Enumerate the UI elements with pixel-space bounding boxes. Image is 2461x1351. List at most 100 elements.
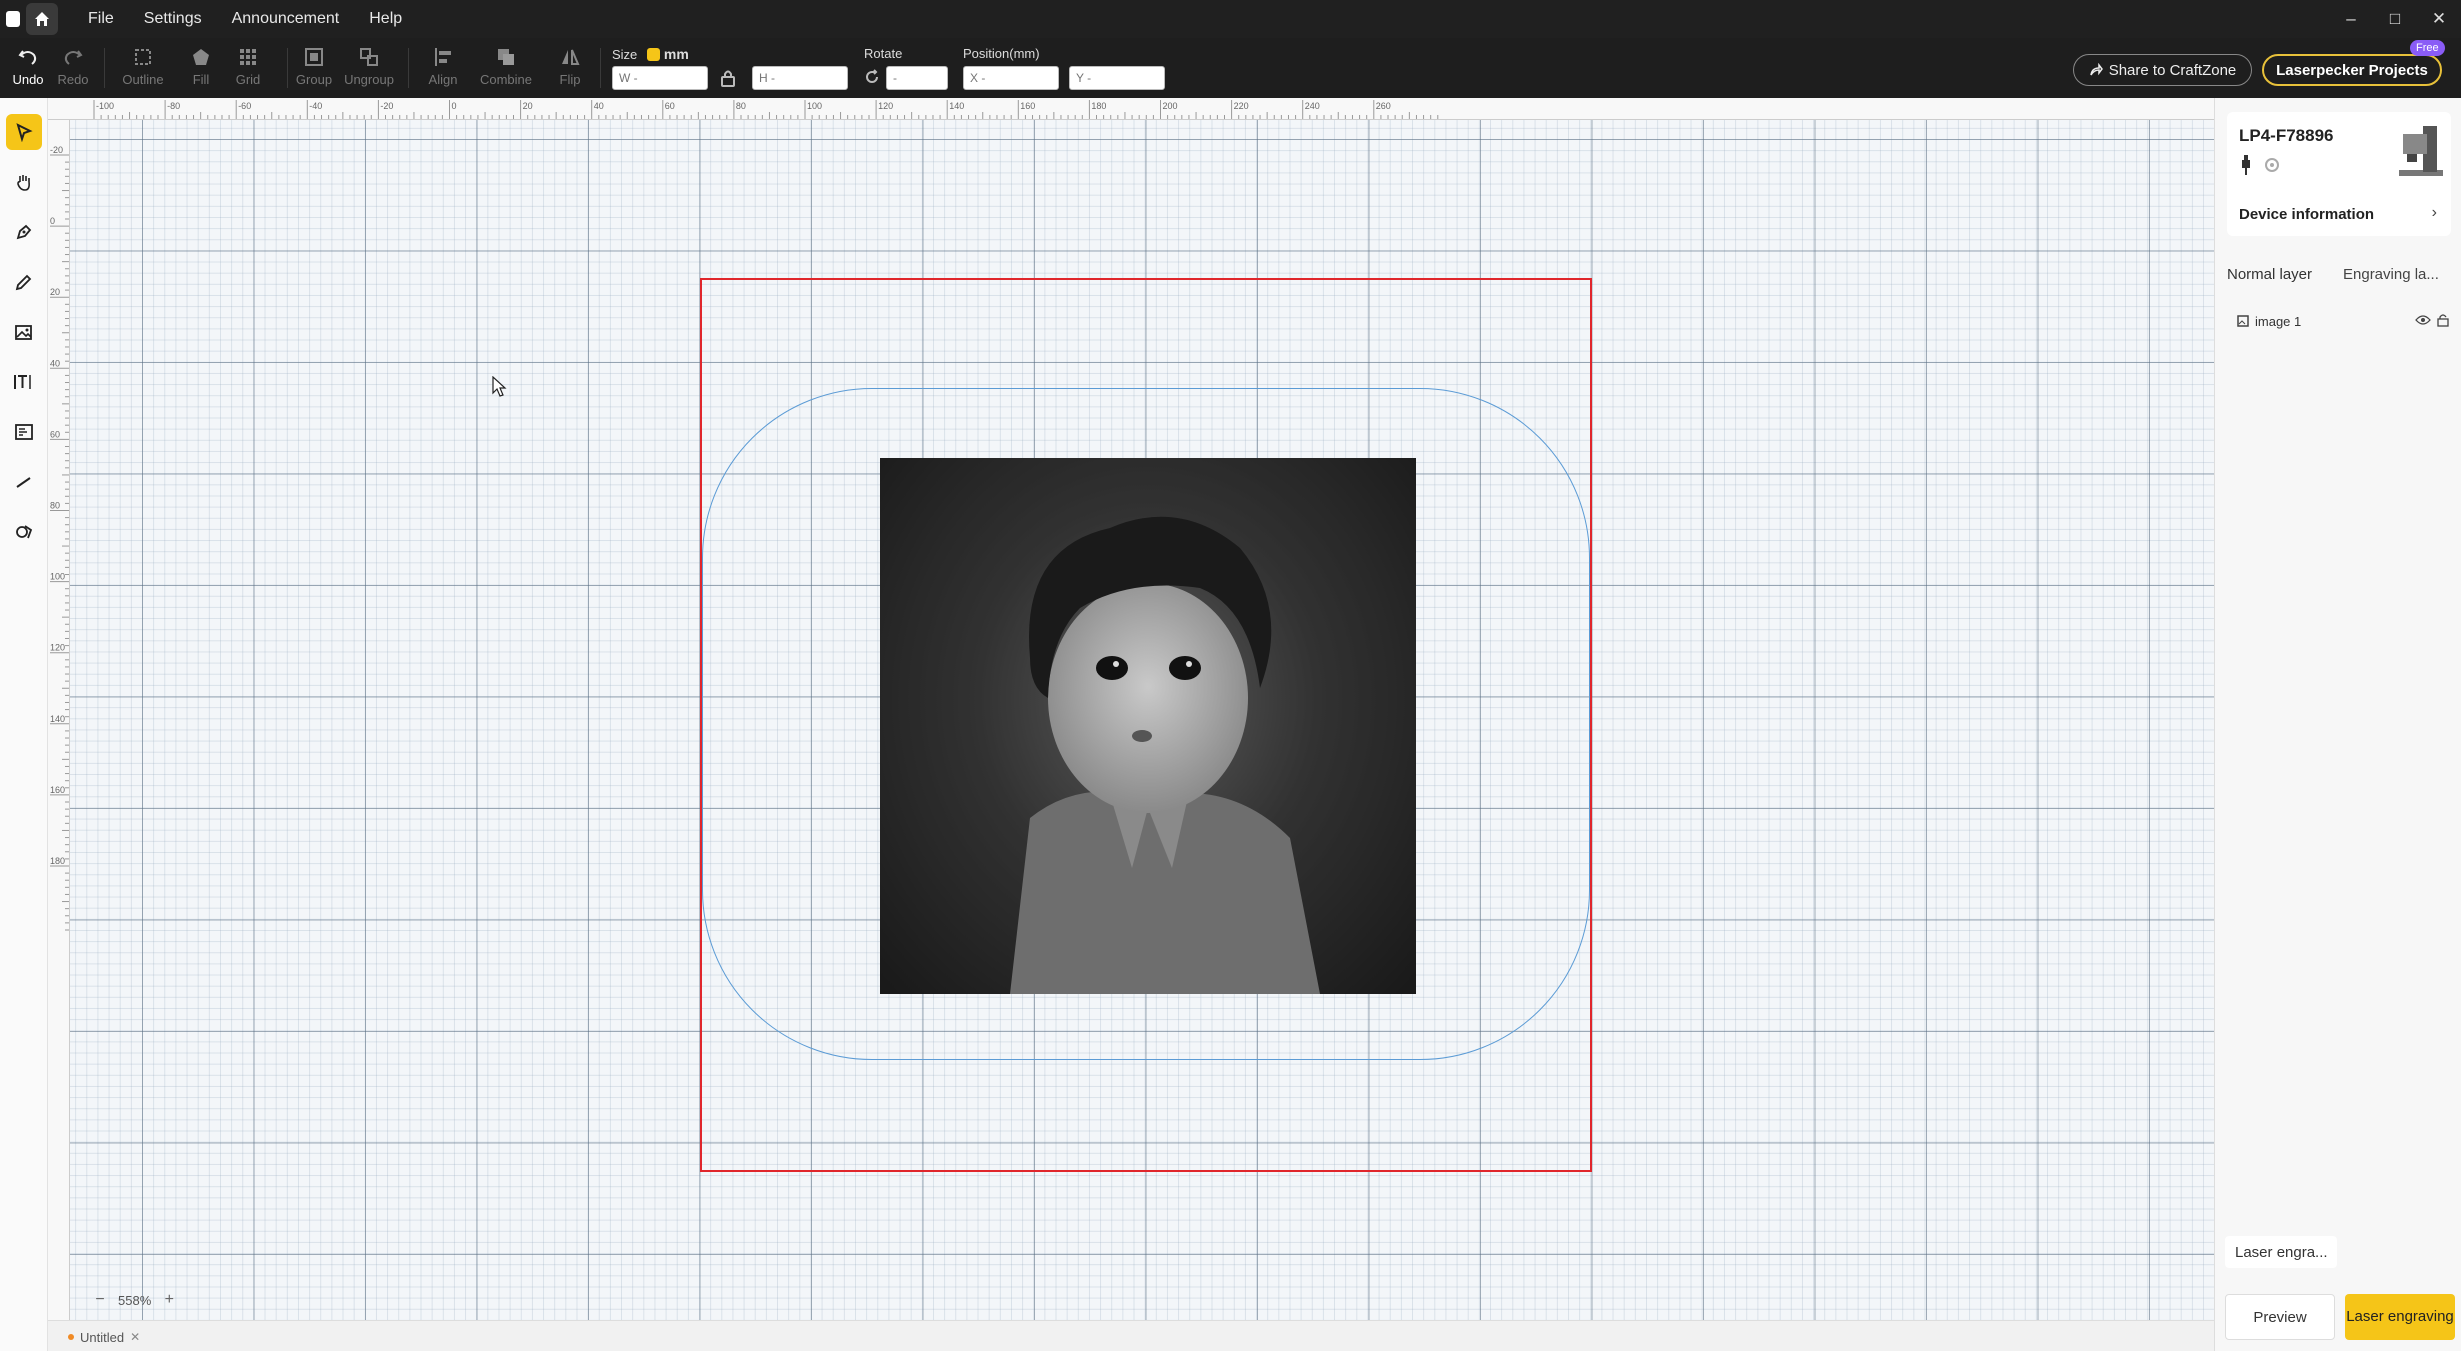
pen-tool[interactable] xyxy=(6,214,42,250)
ruler-label: -80 xyxy=(167,101,180,111)
ruler-label: 20 xyxy=(523,101,533,111)
grid-icon xyxy=(235,44,261,70)
ruler-label: 180 xyxy=(1091,101,1106,111)
fill-button[interactable]: Fill xyxy=(178,44,224,87)
shape-tool[interactable] xyxy=(6,514,42,550)
close-tab-icon[interactable]: ✕ xyxy=(130,1330,140,1344)
document-tabs: Untitled ✕ xyxy=(48,1320,2214,1351)
outline-button[interactable]: Outline xyxy=(120,44,166,87)
rotate-icon xyxy=(864,69,880,90)
tab-engraving-layer[interactable]: Engraving la... xyxy=(2343,266,2439,283)
image-object[interactable] xyxy=(880,458,1416,994)
ungroup-button[interactable]: Ungroup xyxy=(344,44,394,87)
text-tool[interactable] xyxy=(6,364,42,400)
share-to-craftzone-button[interactable]: Share to CraftZone xyxy=(2073,54,2252,86)
combine-button[interactable]: Combine xyxy=(480,44,532,87)
ruler-label: 140 xyxy=(50,714,65,724)
position-x-input[interactable] xyxy=(963,66,1059,90)
pencil-icon xyxy=(15,274,32,291)
ruler-label: 220 xyxy=(1234,101,1249,111)
line-tool[interactable] xyxy=(6,464,42,500)
ruler-label: 240 xyxy=(1305,101,1320,111)
app-logo-icon xyxy=(6,11,20,27)
unit-toggle[interactable] xyxy=(646,48,660,61)
zoom-controls: − 558% + xyxy=(90,1288,179,1312)
laser-engraving-button[interactable]: Laser engraving xyxy=(2345,1294,2455,1340)
minimize-button[interactable]: – xyxy=(2329,0,2373,38)
toolbar-divider xyxy=(287,48,288,88)
align-button[interactable]: Align xyxy=(420,44,466,87)
ruler-label: 60 xyxy=(50,429,60,439)
rotate-input[interactable] xyxy=(886,66,948,90)
menu-announcement[interactable]: Announcement xyxy=(232,10,340,28)
layer-name: image 1 xyxy=(2255,313,2302,329)
ruler-label: 0 xyxy=(50,216,55,226)
position-label: Position(mm) xyxy=(963,46,1040,61)
align-icon xyxy=(430,44,456,70)
image-tool[interactable] xyxy=(6,314,42,350)
right-panel: LP4-F78896 Device information › Normal l… xyxy=(2214,98,2461,1351)
maximize-button[interactable]: □ xyxy=(2373,0,2417,38)
fill-icon xyxy=(188,44,214,70)
device-card[interactable]: LP4-F78896 Device information › xyxy=(2227,112,2451,236)
grid-button[interactable]: Grid xyxy=(225,44,271,87)
zoom-out-button[interactable]: − xyxy=(90,1290,110,1310)
eye-icon[interactable] xyxy=(2415,314,2431,329)
zoom-level: 558% xyxy=(118,1292,152,1308)
group-button[interactable]: Group xyxy=(291,44,337,87)
unit-label: mm xyxy=(663,46,689,62)
vertical-ruler-ticks: -20 0 20 40 60 80 100 120 140 160 180 xyxy=(50,145,69,931)
design-canvas[interactable] xyxy=(70,120,2214,1320)
unlock-icon[interactable] xyxy=(2437,313,2449,330)
ruler-label: 0 xyxy=(452,101,457,111)
layer-tabs: Normal layer Engraving la... xyxy=(2215,256,2461,292)
share-icon xyxy=(2089,63,2103,76)
child-portrait-image xyxy=(880,458,1416,994)
width-input[interactable] xyxy=(612,66,708,90)
flip-button[interactable]: Flip xyxy=(547,44,593,87)
ruler-label: 200 xyxy=(1163,101,1178,111)
position-y-input[interactable] xyxy=(1069,66,1165,90)
laserpecker-projects-button[interactable]: Laserpecker Projects xyxy=(2262,54,2442,86)
template-tool[interactable] xyxy=(6,414,42,450)
unsaved-dot xyxy=(68,1334,74,1340)
menu-help[interactable]: Help xyxy=(369,10,402,28)
preview-button[interactable]: Preview xyxy=(2225,1294,2335,1340)
lock-ratio-icon[interactable] xyxy=(720,68,736,93)
title-bar: File Settings Announcement Help – □ ✕ xyxy=(0,0,2461,38)
device-information-link: Device information xyxy=(2239,206,2375,223)
layer-item[interactable]: image 1 xyxy=(2237,310,2449,332)
ungroup-icon xyxy=(356,44,382,70)
ruler-label: 140 xyxy=(949,101,964,111)
pointer-icon xyxy=(16,123,33,142)
device-settings-icon[interactable] xyxy=(2263,156,2281,179)
select-tool[interactable] xyxy=(6,114,42,150)
ruler-label: 40 xyxy=(594,101,604,111)
window-controls: – □ ✕ xyxy=(2329,0,2461,38)
ruler-label: 120 xyxy=(50,643,65,653)
flip-icon xyxy=(557,44,583,70)
pencil-tool[interactable] xyxy=(6,264,42,300)
ruler-label: 160 xyxy=(1020,101,1035,111)
device-name: LP4-F78896 xyxy=(2239,126,2334,145)
horizontal-ruler: -100 -80 -60 -40 -20 0 20 40 60 80 100 120 140 160 180… xyxy=(48,98,2214,120)
home-button[interactable] xyxy=(26,3,58,35)
ruler-label: 100 xyxy=(807,101,822,111)
height-input[interactable] xyxy=(752,66,848,90)
barcode-card-icon xyxy=(15,424,33,440)
document-tab[interactable]: Untitled ✕ xyxy=(58,1326,150,1348)
ruler-label: -20 xyxy=(380,101,393,111)
vertical-ruler: -20 0 20 40 60 80 100 120 140 160 180 xyxy=(48,120,70,1320)
laser-engrave-tab[interactable]: Laser engra... xyxy=(2225,1236,2337,1268)
tab-normal-layer[interactable]: Normal layer xyxy=(2227,266,2312,283)
shapes-icon xyxy=(16,525,33,539)
undo-button[interactable]: Undo xyxy=(5,44,51,87)
hand-tool[interactable] xyxy=(6,164,42,200)
ruler-label: 40 xyxy=(50,358,60,368)
close-button[interactable]: ✕ xyxy=(2417,0,2461,38)
menu-file[interactable]: File xyxy=(88,10,114,28)
home-icon xyxy=(35,12,49,26)
zoom-in-button[interactable]: + xyxy=(159,1290,179,1310)
menu-settings[interactable]: Settings xyxy=(144,10,202,28)
redo-button[interactable]: Redo xyxy=(50,44,96,87)
